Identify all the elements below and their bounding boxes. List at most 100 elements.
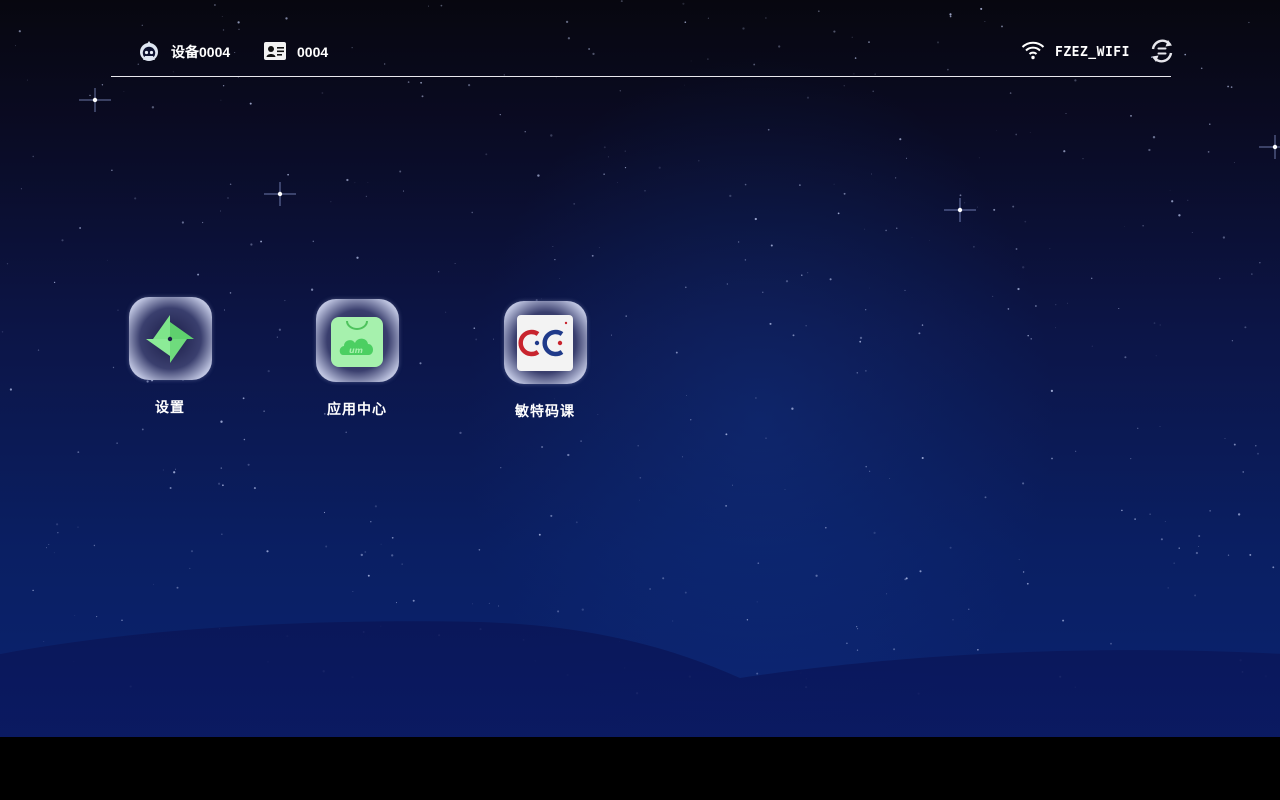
star bbox=[885, 229, 887, 232]
star bbox=[1018, 559, 1020, 561]
star bbox=[707, 17, 709, 19]
star bbox=[993, 208, 996, 211]
star bbox=[682, 456, 683, 458]
star bbox=[1233, 162, 1235, 163]
star bbox=[428, 5, 430, 7]
star bbox=[312, 240, 315, 243]
star bbox=[755, 397, 757, 399]
id-card-icon bbox=[263, 41, 287, 64]
star bbox=[541, 298, 542, 300]
star bbox=[555, 77, 557, 79]
star bbox=[1227, 554, 1230, 556]
star bbox=[959, 194, 962, 197]
star bbox=[266, 550, 269, 553]
star bbox=[1231, 340, 1234, 342]
star bbox=[973, 245, 975, 248]
star bbox=[151, 106, 155, 109]
star bbox=[475, 338, 478, 341]
star bbox=[276, 336, 278, 338]
star bbox=[686, 395, 687, 396]
star bbox=[189, 567, 191, 569]
device-info: 设备0004 bbox=[137, 38, 230, 66]
svg-text:um: um bbox=[349, 346, 363, 355]
star bbox=[837, 212, 840, 215]
star bbox=[229, 292, 232, 294]
star bbox=[445, 311, 447, 313]
star bbox=[805, 325, 807, 327]
star bbox=[346, 178, 349, 182]
star bbox=[116, 442, 118, 444]
star bbox=[325, 545, 328, 548]
star bbox=[374, 505, 377, 508]
star bbox=[1017, 287, 1020, 291]
star bbox=[815, 574, 818, 577]
star bbox=[310, 288, 314, 291]
star bbox=[440, 4, 443, 7]
app-center-icon: um bbox=[315, 299, 399, 382]
star bbox=[886, 593, 888, 595]
bright-star bbox=[944, 198, 976, 222]
device-name: 设备0004 bbox=[171, 44, 231, 60]
app-label: 敏特码课 bbox=[515, 404, 575, 420]
star bbox=[784, 489, 786, 490]
star bbox=[111, 169, 113, 172]
star bbox=[421, 95, 424, 98]
star bbox=[1149, 513, 1151, 515]
star bbox=[872, 90, 875, 93]
sync-button[interactable] bbox=[1148, 38, 1186, 66]
navigation-bar bbox=[0, 737, 1280, 800]
star bbox=[1134, 518, 1136, 520]
star bbox=[806, 96, 810, 99]
star bbox=[399, 170, 402, 173]
star bbox=[1026, 582, 1029, 585]
star bbox=[1051, 457, 1053, 460]
app-center[interactable]: um 应用中心 bbox=[302, 299, 412, 419]
app-mintcode[interactable]: 敏特码课 bbox=[490, 301, 600, 421]
star bbox=[454, 262, 456, 265]
star bbox=[591, 254, 594, 257]
star bbox=[367, 574, 370, 577]
star bbox=[1222, 236, 1226, 239]
star bbox=[123, 91, 125, 93]
star bbox=[978, 157, 980, 159]
star bbox=[1050, 389, 1054, 393]
star bbox=[949, 546, 952, 549]
wifi-status[interactable]: FZEZ_WIFI bbox=[1021, 38, 1130, 66]
star bbox=[607, 156, 609, 158]
star bbox=[1055, 304, 1057, 306]
star bbox=[364, 551, 367, 553]
star bbox=[565, 20, 569, 24]
star bbox=[949, 13, 952, 16]
star bbox=[1063, 150, 1066, 153]
star bbox=[162, 469, 164, 471]
star bbox=[471, 211, 473, 214]
star bbox=[684, 84, 685, 86]
star bbox=[222, 85, 225, 87]
star bbox=[478, 549, 481, 551]
star bbox=[1198, 535, 1201, 537]
star bbox=[843, 192, 846, 195]
app-settings[interactable]: 设置 bbox=[115, 297, 225, 417]
star bbox=[46, 547, 47, 549]
star bbox=[864, 228, 866, 230]
star bbox=[624, 167, 627, 169]
star bbox=[765, 437, 767, 440]
star bbox=[61, 239, 64, 242]
star bbox=[807, 272, 809, 274]
star bbox=[391, 536, 394, 539]
star bbox=[624, 150, 627, 152]
wifi-ssid: FZEZ_WIFI bbox=[1055, 44, 1130, 60]
star bbox=[1015, 133, 1018, 136]
star bbox=[420, 81, 423, 84]
star bbox=[769, 322, 772, 325]
star bbox=[559, 278, 561, 279]
star bbox=[744, 259, 747, 261]
star bbox=[617, 182, 618, 184]
star bbox=[1153, 322, 1156, 324]
star bbox=[905, 157, 908, 159]
star bbox=[1054, 327, 1056, 329]
star bbox=[1272, 566, 1275, 569]
card-number: 0004 bbox=[297, 44, 329, 60]
star bbox=[79, 227, 81, 229]
star bbox=[365, 195, 368, 198]
